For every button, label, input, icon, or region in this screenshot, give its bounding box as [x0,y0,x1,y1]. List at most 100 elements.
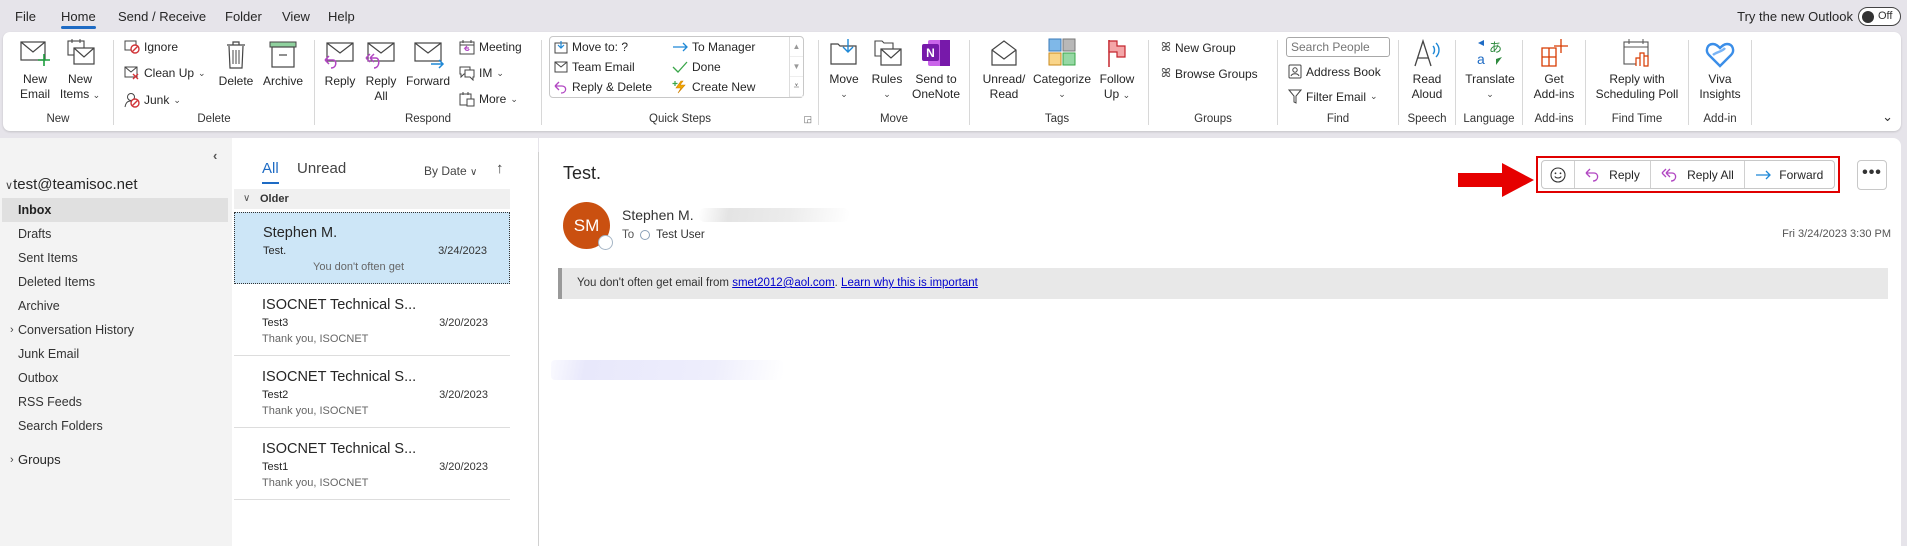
message-item[interactable]: Stephen M. Test. 3/24/2023 You don't oft… [234,212,510,284]
folder-inbox[interactable]: Inbox [2,198,228,222]
filter-email-button[interactable]: Filter Email⌄ [1288,89,1378,104]
filter-tab-unread[interactable]: Unread [297,160,346,177]
message-list: All Unread By Date ∨ ↑ ∨Older Stephen M.… [232,138,538,546]
folder-deleted-items[interactable]: Deleted Items [2,270,228,294]
meeting-icon [459,39,475,55]
message-item[interactable]: ISOCNET Technical S... Test1 3/20/2023 T… [234,429,510,501]
banner-text: You don't often get email from [577,277,732,289]
quick-step-create-new[interactable]: Create New [672,80,755,94]
reply-all-action-button[interactable]: Reply All [1651,161,1744,188]
group-tags-label: Tags [970,113,1144,125]
forward-button[interactable]: Forward [405,40,451,89]
chevron-right-icon[interactable]: › [10,448,14,472]
quick-step-done[interactable]: Done [672,60,721,74]
quick-step-team-email[interactable]: Team Email [554,60,635,74]
new-email-button[interactable]: New Email [15,38,55,102]
categorize-button[interactable]: Categorize ⌄ [1032,38,1092,102]
quick-step-label: Create New [692,80,755,94]
expand-gallery-icon[interactable]: ⩡ [790,77,803,97]
folder-outbox[interactable]: Outbox [2,366,228,390]
move-button[interactable]: Move ⌄ [825,38,863,102]
follow-up-button[interactable]: Follow Up ⌄ [1096,38,1138,103]
ribbon-collapse-icon[interactable]: ⌄ [1882,109,1893,125]
get-addins-button[interactable]: Get Add-ins [1529,38,1579,102]
emoji-reaction-button[interactable] [1542,161,1575,188]
junk-button[interactable]: Junk⌄ [124,92,181,108]
message-item[interactable]: ISOCNET Technical S... Test3 3/20/2023 T… [234,285,510,357]
folder-conversation-history[interactable]: ›Conversation History [2,318,228,342]
unread-read-button[interactable]: Unread/ Read [980,38,1028,102]
tab-home[interactable]: Home [61,9,96,24]
more-label: More [479,92,506,106]
ignore-button[interactable]: Ignore [124,40,178,54]
scroll-up-icon[interactable]: ▲ [790,37,803,57]
new-items-button[interactable]: New Items ⌄ [59,38,101,103]
folder-groups[interactable]: ›Groups [2,448,228,472]
categorize-label: Categorize [1032,72,1092,87]
browse-groups-button[interactable]: ꕤ Browse Groups [1161,66,1258,81]
reply-scheduling-poll-button[interactable]: Reply with Scheduling Poll [1590,38,1684,102]
new-group-button[interactable]: ꕤ New Group [1161,40,1236,55]
tab-file[interactable]: File [15,9,36,24]
tab-folder[interactable]: Folder [225,9,262,24]
tab-help[interactable]: Help [328,9,355,24]
folder-search-folders[interactable]: Search Folders [2,414,228,438]
delete-button[interactable]: Delete [216,40,256,89]
sender-name[interactable]: Stephen M. [622,207,694,223]
folder-sent-items[interactable]: Sent Items [2,246,228,270]
read-aloud-button[interactable]: Read Aloud [1405,38,1449,102]
folder-junk-email[interactable]: Junk Email [2,342,228,366]
collapse-folder-pane-icon[interactable]: ‹ [213,148,217,163]
more-actions-button[interactable]: ••• [1857,160,1887,190]
reply-button[interactable]: Reply [321,40,359,89]
reply-all-icon [364,40,398,70]
folder-drafts[interactable]: Drafts [2,222,228,246]
translate-button[interactable]: aあ Translate ⌄ [1462,38,1518,102]
quick-step-reply-delete[interactable]: Reply & Delete [554,80,652,94]
more-respond-button[interactable]: More⌄ [459,91,518,107]
rules-button[interactable]: Rules ⌄ [869,38,905,102]
redacted-body-text [551,360,783,380]
quick-steps-scrollbar[interactable]: ▲ ▼ ⩡ [789,37,803,97]
chevron-down-icon: ⌄ [198,68,206,79]
folder-archive[interactable]: Archive [2,294,228,318]
tab-view[interactable]: View [282,9,310,24]
tab-send-receive[interactable]: Send / Receive [118,9,206,24]
address-book-button[interactable]: Address Book [1288,64,1381,79]
chevron-right-icon[interactable]: › [10,318,14,342]
group-header-older[interactable]: ∨Older [234,189,510,209]
folder-rss-feeds[interactable]: RSS Feeds [2,390,228,414]
filter-tab-all[interactable]: All [262,160,279,177]
im-button[interactable]: IM⌄ [459,65,504,81]
reply-all-action-label: Reply All [1687,168,1734,182]
trash-icon [223,40,249,70]
new-outlook-toggle[interactable]: Off [1858,7,1901,26]
clean-up-button[interactable]: Clean Up⌄ [124,66,206,80]
sender-email-link[interactable]: smet2012@aol.com [732,277,834,289]
reply-all-button[interactable]: Reply All [363,40,399,104]
reply-action-button[interactable]: Reply [1575,161,1651,188]
message-divider [234,355,510,356]
send-to-onenote-button[interactable]: N Send to OneNote [909,38,963,102]
categorize-icon [1046,38,1078,68]
account-header[interactable]: ∨test@teamisoc.net [5,176,138,193]
message-item[interactable]: ISOCNET Technical S... Test2 3/20/2023 T… [234,357,510,429]
sort-by-button[interactable]: By Date ∨ [424,164,477,178]
address-book-icon [1288,64,1302,79]
quick-step-to-manager[interactable]: To Manager [672,40,755,54]
scroll-down-icon[interactable]: ▼ [790,57,803,77]
message-subject: Test1 [262,461,288,473]
learn-why-link[interactable]: Learn why this is important [841,277,978,289]
quick-step-move-to[interactable]: Move to: ? [554,40,628,54]
folder-label: Drafts [18,227,51,241]
archive-button[interactable]: Archive [260,40,306,89]
viva-insights-button[interactable]: Viva Insights [1695,38,1745,102]
recipient-name[interactable]: Test User [656,229,705,241]
meeting-label: Meeting [479,40,522,54]
group-addins-label: Add-ins [1523,113,1585,125]
search-people-input[interactable] [1286,37,1390,57]
sort-direction-icon[interactable]: ↑ [496,160,504,177]
forward-action-button[interactable]: Forward [1745,161,1834,188]
meeting-button[interactable]: Meeting [459,39,522,55]
received-datetime: Fri 3/24/2023 3:30 PM [1782,228,1891,240]
